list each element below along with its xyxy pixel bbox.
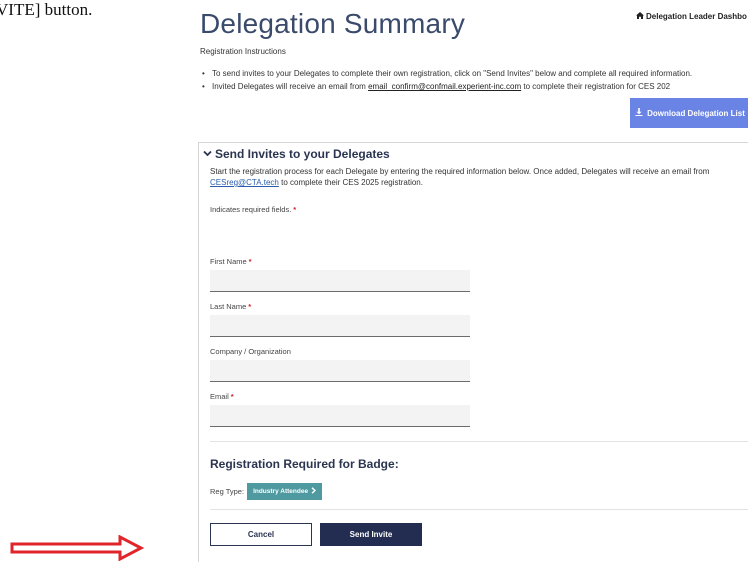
breadcrumb-label[interactable]: Delegation Leader Dashbo [646, 12, 747, 21]
delegation-summary-page: Delegation Summary Delegation Leader Das… [198, 0, 748, 562]
reg-type-value: Industry Attendee [253, 488, 309, 495]
reg-type-button[interactable]: Industry Attendee [247, 483, 323, 500]
required-star: * [230, 392, 234, 401]
divider [210, 441, 748, 442]
breadcrumb[interactable]: Delegation Leader Dashbo [636, 12, 747, 21]
cancel-button[interactable]: Cancel [210, 523, 312, 546]
cesreg-email-link[interactable]: CESreg@CTA.tech [210, 178, 279, 187]
registration-instructions-heading: Registration Instructions [200, 47, 286, 56]
company-input[interactable] [210, 360, 470, 382]
chevron-right-icon [311, 487, 317, 496]
send-invite-button[interactable]: Send Invite [320, 523, 422, 546]
required-star: * [248, 302, 252, 311]
instructions-list: To send invites to your Delegates to com… [202, 68, 748, 94]
last-name-input[interactable] [210, 315, 470, 337]
send-invites-panel: Send Invites to your Delegates Start the… [198, 142, 748, 562]
email-input[interactable] [210, 405, 470, 427]
company-label: Company / Organization [210, 347, 291, 356]
page-title: Delegation Summary [200, 8, 466, 39]
instruction-item: To send invites to your Delegates to com… [202, 68, 748, 79]
required-star: * [293, 205, 297, 214]
panel-description: Start the registration process for each … [210, 167, 710, 187]
first-name-input[interactable] [210, 270, 470, 292]
badge-section-title: Registration Required for Badge: [210, 457, 399, 471]
first-name-label: First Name * [210, 257, 252, 266]
panel-title: Send Invites to your Delegates [215, 147, 390, 161]
confirm-email-link[interactable]: email_confirm@confmail.experient-inc.com [368, 82, 521, 91]
send-invites-toggle[interactable]: Send Invites to your Delegates [203, 147, 390, 161]
instruction-item: Invited Delegates will receive an email … [202, 81, 748, 92]
email-label: Email * [210, 392, 234, 401]
document-instruction-text: VITE] button. [0, 0, 93, 19]
reg-type-row: Reg Type: Industry Attendee [210, 483, 323, 500]
chevron-down-icon [203, 149, 212, 159]
last-name-label: Last Name * [210, 302, 252, 311]
reg-type-label: Reg Type: [210, 487, 245, 496]
required-star: * [248, 257, 252, 266]
divider [210, 509, 748, 510]
callout-arrow-icon [10, 535, 144, 561]
download-icon [635, 108, 643, 118]
home-icon [636, 12, 644, 21]
download-delegation-list-button[interactable]: Download Delegation List [630, 98, 748, 128]
download-button-label: Download Delegation List [647, 108, 745, 118]
required-fields-note: Indicates required fields. * [210, 205, 297, 214]
